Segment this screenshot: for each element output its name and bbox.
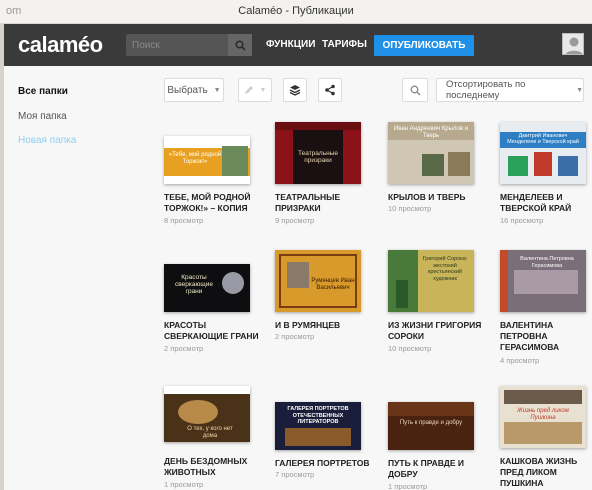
- avatar[interactable]: [562, 33, 584, 55]
- cover-text: Румянцев Иван Васильевич: [311, 278, 355, 291]
- chevron-down-icon: ▼: [259, 86, 267, 94]
- publication-title[interactable]: ПУТЬ К ПРАВДЕ И ДОБРУ: [388, 458, 488, 480]
- cover-text: Дмитрий Иванович Менделеев и Тверской кр…: [507, 133, 579, 145]
- nav-pricing[interactable]: ТАРИФЫ: [322, 39, 367, 50]
- nav-features[interactable]: ФУНКЦИИ: [266, 39, 315, 50]
- app-header: calaméo ФУНКЦИИ ТАРИФЫ ОПУБЛИКОВАТЬ: [4, 24, 592, 66]
- publish-button[interactable]: ОПУБЛИКОВАТЬ: [374, 35, 474, 56]
- select-dropdown[interactable]: Выбрать ▼: [164, 78, 224, 102]
- publication-views: 1 просмотр: [388, 482, 428, 490]
- calameo-logo[interactable]: calaméo: [18, 32, 103, 58]
- publication-title[interactable]: КРЫЛОВ И ТВЕРЬ: [388, 192, 488, 203]
- publication-cover[interactable]: Красоты сверкающие грани: [164, 264, 250, 312]
- select-label: Выбрать: [167, 84, 208, 96]
- cover-text: Театральные призраки: [298, 150, 338, 164]
- publication-title[interactable]: И В РУМЯНЦЕВ: [275, 320, 375, 331]
- publication-views: 16 просмотр: [500, 216, 544, 225]
- publication-views: 7 просмотр: [275, 470, 315, 479]
- publication-cover[interactable]: Путь к правде и добру: [388, 402, 474, 450]
- publication-title[interactable]: КРАСОТЫ СВЕРКАЮЩИЕ ГРАНИ: [164, 320, 264, 342]
- search-input[interactable]: [126, 34, 228, 56]
- pencil-icon: [244, 86, 253, 94]
- sidebar-item-new-folder[interactable]: Новая папка: [18, 135, 76, 146]
- chevron-down-icon: ▼: [576, 86, 583, 94]
- cover-text: Валентина Петровна Герасимова: [520, 256, 574, 269]
- publication-cover[interactable]: Валентина Петровна Герасимова: [500, 250, 586, 312]
- publication-views: 10 просмотр: [388, 204, 432, 213]
- layers-button[interactable]: [283, 78, 307, 102]
- sort-dropdown[interactable]: Отсортировать по последнему ▼: [436, 78, 584, 102]
- publication-cover[interactable]: Жизнь пред ликом Пушкина: [500, 386, 586, 448]
- publication-title[interactable]: ИЗ ЖИЗНИ ГРИГОРИЯ СОРОКИ: [388, 320, 488, 342]
- search-icon: [410, 85, 420, 95]
- publication-views: 2 просмотр: [164, 344, 204, 353]
- cover-text: Иван Андреевич Крылов и Тверь: [393, 126, 469, 139]
- search-box: [126, 34, 252, 56]
- user-icon: [565, 37, 583, 54]
- search-icon: [234, 39, 246, 51]
- window-title-bar: om Calaméo - Публикации: [0, 0, 592, 24]
- publication-title[interactable]: ВАЛЕНТИНА ПЕТРОВНА ГЕРАСИМОВА: [500, 320, 592, 353]
- sort-label: Отсортировать по последнему: [446, 79, 526, 101]
- publication-cover[interactable]: О тех, у кого нет дома: [164, 386, 250, 442]
- cover-text: Жизнь пред ликом Пушкина: [517, 408, 569, 421]
- publication-title[interactable]: ГАЛЕРЕЯ ПОРТРЕТОВ: [275, 458, 375, 469]
- cover-text: «Тебе, мой родной Торжок!»: [168, 152, 222, 165]
- filter-search-button[interactable]: [402, 78, 428, 102]
- cover-text: Путь к правде и добру: [399, 420, 463, 426]
- cover-text: ГАЛЕРЕЯ ПОРТРЕТОВ ОТЕЧЕСТВЕННЫХ ЛИТЕРАТО…: [287, 406, 349, 425]
- publication-views: 4 просмотр: [500, 356, 540, 365]
- publication-cover[interactable]: ГАЛЕРЕЯ ПОРТРЕТОВ ОТЕЧЕСТВЕННЫХ ЛИТЕРАТО…: [275, 402, 361, 450]
- publication-title[interactable]: КАШКОВА ЖИЗНЬ ПРЕД ЛИКОМ ПУШКИНА: [500, 456, 592, 489]
- cover-text: Красоты сверкающие грани: [175, 274, 213, 295]
- main-content: Все папки Моя папка Новая папка Выбрать …: [4, 66, 592, 490]
- chevron-down-icon: ▼: [213, 86, 221, 94]
- publication-views: 1 просмотр: [164, 480, 204, 489]
- publication-title[interactable]: ТЕАТРАЛЬНЫЕ ПРИЗРАКИ: [275, 192, 375, 214]
- share-icon: [325, 84, 335, 96]
- sidebar-item-my-folder[interactable]: Моя папка: [18, 111, 67, 122]
- sidebar-item-all-folders[interactable]: Все папки: [18, 86, 68, 97]
- window-title: Calaméo - Публикации: [238, 5, 354, 17]
- publication-cover[interactable]: Иван Андреевич Крылов и Тверь: [388, 122, 474, 184]
- publication-cover[interactable]: Григорий Сорока: жестокий крестьянский х…: [388, 250, 474, 312]
- publication-cover[interactable]: Дмитрий Иванович Менделеев и Тверской кр…: [500, 122, 586, 184]
- cover-text: О тех, у кого нет дома: [187, 426, 233, 439]
- publication-cover[interactable]: «Тебе, мой родной Торжок!»: [164, 136, 250, 184]
- publication-views: 2 просмотр: [275, 332, 315, 341]
- cover-text: Григорий Сорока: жестокий крестьянский х…: [422, 256, 468, 282]
- share-button[interactable]: [318, 78, 342, 102]
- publication-cover[interactable]: Румянцев Иван Васильевич: [275, 250, 361, 312]
- publication-cover[interactable]: Театральные призраки: [275, 122, 361, 184]
- publication-title[interactable]: МЕНДЕЛЕЕВ И ТВЕРСКОЙ КРАЙ: [500, 192, 592, 214]
- publication-views: 9 просмотр: [275, 216, 315, 225]
- publication-title[interactable]: ДЕНЬ БЕЗДОМНЫХ ЖИВОТНЫХ: [164, 456, 264, 478]
- publication-title[interactable]: ТЕБЕ, МОЙ РОДНОЙ ТОРЖОК!» – КОПИЯ: [164, 192, 264, 214]
- edit-dropdown[interactable]: ▼: [238, 78, 272, 102]
- layers-icon: [289, 85, 301, 96]
- publication-views: 8 просмотр: [164, 216, 204, 225]
- search-button[interactable]: [228, 34, 252, 56]
- publication-views: 10 просмотр: [388, 344, 432, 353]
